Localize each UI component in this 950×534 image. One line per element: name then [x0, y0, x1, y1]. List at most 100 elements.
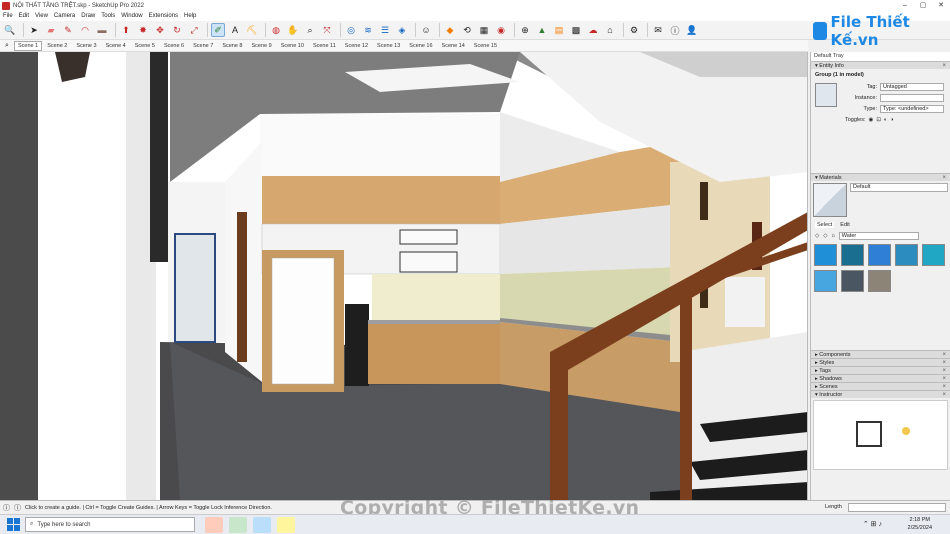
scale-icon[interactable]: ⤢: [187, 23, 201, 37]
visibility-eye-icon[interactable]: ◉: [869, 117, 874, 123]
select-arrow-icon[interactable]: ➤: [27, 23, 41, 37]
home-icon[interactable]: ⌂: [831, 233, 834, 239]
receive-shadow-icon[interactable]: ◑: [890, 117, 893, 123]
scene-tab-14[interactable]: Scene 14: [438, 41, 469, 51]
material-tab-select[interactable]: Select: [815, 221, 835, 228]
water-swatch[interactable]: [840, 244, 864, 266]
pan-icon[interactable]: ✋: [286, 23, 300, 37]
water-swatch[interactable]: [921, 244, 945, 266]
search-icon[interactable]: 🔍: [3, 23, 17, 37]
type-dropdown[interactable]: Type: <undefined>: [880, 104, 944, 113]
menu-view[interactable]: View: [35, 13, 48, 19]
scene-tab-11[interactable]: Scene 11: [309, 41, 340, 51]
orbit-icon[interactable]: ◍: [269, 23, 283, 37]
scene-tab-1[interactable]: Scene 1: [14, 40, 43, 51]
edge-taskbar-icon[interactable]: [253, 516, 271, 533]
scene-tab-15[interactable]: Scene 15: [470, 41, 501, 51]
layers-icon[interactable]: ☰: [378, 23, 392, 37]
water-swatch[interactable]: [894, 244, 918, 266]
instance-field[interactable]: [880, 93, 944, 102]
scene-search-icon[interactable]: ⌕: [0, 42, 14, 50]
settings-gear-icon[interactable]: ⚙: [627, 23, 641, 37]
entity-info-header[interactable]: ▾ Entity Info: [811, 61, 950, 70]
user-account-icon[interactable]: ☺: [419, 23, 433, 37]
taskbar-app-icon[interactable]: [205, 516, 223, 533]
scene-tab-4[interactable]: Scene 4: [102, 41, 130, 51]
scene-tab-6[interactable]: Scene 6: [160, 41, 188, 51]
scene-tab-3[interactable]: Scene 3: [72, 41, 100, 51]
mail-icon[interactable]: ✉: [651, 23, 665, 37]
material-tab-edit[interactable]: Edit: [840, 222, 849, 228]
arc-icon[interactable]: ◠: [78, 23, 92, 37]
menu-help[interactable]: Help: [184, 13, 196, 19]
material-library-dropdown[interactable]: Water: [838, 231, 919, 240]
zoom-icon[interactable]: ⌕: [303, 23, 317, 37]
paint-bucket-icon[interactable]: ⛏: [245, 23, 259, 37]
forward-arrow-icon[interactable]: ◇: [823, 233, 827, 239]
scene-tab-7[interactable]: Scene 7: [189, 41, 217, 51]
photo-texture-icon[interactable]: ▤: [552, 23, 566, 37]
layout-icon[interactable]: ▦: [477, 23, 491, 37]
windows-start-icon[interactable]: [5, 517, 21, 533]
scenes-panel[interactable]: ▸ Scenes: [811, 382, 950, 391]
scene-tab-8[interactable]: Scene 8: [218, 41, 246, 51]
scene-tab-2[interactable]: Scene 2: [43, 41, 71, 51]
model-viewport[interactable]: [0, 52, 808, 500]
info-icon[interactable]: ⓘ: [668, 23, 682, 37]
help-icon[interactable]: ⓘ: [3, 503, 10, 513]
water-swatch[interactable]: [840, 270, 864, 292]
scene-tab-9[interactable]: Scene 9: [248, 41, 276, 51]
tag-dropdown[interactable]: Untagged: [880, 82, 944, 91]
chrome-taskbar-icon[interactable]: [229, 516, 247, 533]
water-swatch[interactable]: [814, 244, 837, 266]
styles-panel[interactable]: ▸ Styles: [811, 358, 950, 367]
geo-location-icon[interactable]: ⓘ: [14, 503, 21, 513]
sandbox-icon[interactable]: ≋: [361, 23, 375, 37]
water-swatch[interactable]: [867, 270, 891, 292]
follow-me-icon[interactable]: ✸: [136, 23, 150, 37]
scene-tab-12[interactable]: Scene 12: [341, 41, 372, 51]
menu-edit[interactable]: Edit: [19, 13, 29, 19]
menu-draw[interactable]: Draw: [81, 13, 95, 19]
shadows-panel[interactable]: ▸ Shadows: [811, 374, 950, 383]
rectangle-icon[interactable]: ▬: [95, 23, 109, 37]
pencil-line-icon[interactable]: ✎: [61, 23, 75, 37]
cloud-upload-icon[interactable]: ☁: [586, 23, 600, 37]
terrain-icon[interactable]: ▲: [535, 23, 549, 37]
maximize-button[interactable]: ▢: [914, 0, 932, 11]
style-builder-icon[interactable]: ◉: [494, 23, 508, 37]
add-location-icon[interactable]: ⊕: [518, 23, 532, 37]
menu-camera[interactable]: Camera: [54, 13, 75, 19]
measurements-input[interactable]: [848, 503, 946, 512]
material-name-field[interactable]: Default: [850, 183, 948, 192]
tags-panel[interactable]: ▸ Tags: [811, 366, 950, 375]
scene-tab-16[interactable]: Scene 16: [405, 41, 436, 51]
move-icon[interactable]: ✥: [153, 23, 167, 37]
text-icon[interactable]: A: [228, 23, 242, 37]
solid-tools-icon[interactable]: ◈: [395, 23, 409, 37]
extension-warehouse-icon[interactable]: ◆: [443, 23, 457, 37]
eraser-icon[interactable]: ▰: [44, 23, 58, 37]
push-pull-icon[interactable]: ⬆: [119, 23, 133, 37]
instructor-panel[interactable]: ▾ Instructor: [811, 390, 950, 399]
scene-tab-10[interactable]: Scene 10: [277, 41, 308, 51]
close-button[interactable]: ✕: [932, 0, 950, 11]
scene-tab-5[interactable]: Scene 5: [131, 41, 159, 51]
system-tray-icons[interactable]: ⌃ ⊞ ♪: [863, 520, 882, 528]
taskbar-search-box[interactable]: ⌕ Type here to search: [25, 517, 195, 532]
water-swatch[interactable]: [867, 244, 891, 266]
menu-tools[interactable]: Tools: [101, 13, 115, 19]
scene-tab-13[interactable]: Scene 13: [373, 41, 404, 51]
materials-header[interactable]: ▾ Materials: [811, 173, 950, 182]
tape-measure-icon[interactable]: ✐: [211, 23, 225, 37]
minimize-button[interactable]: –: [896, 0, 914, 11]
taskbar-clock[interactable]: 2:18 PM 2/25/2024: [908, 516, 932, 532]
3d-warehouse-icon[interactable]: ⌂: [603, 23, 617, 37]
rotate-icon[interactable]: ↻: [170, 23, 184, 37]
lock-icon[interactable]: ⊡: [876, 117, 881, 123]
checker-icon[interactable]: ▩: [569, 23, 583, 37]
menu-extensions[interactable]: Extensions: [149, 13, 178, 19]
components-panel[interactable]: ▸ Components: [811, 350, 950, 359]
person-icon[interactable]: 👤: [685, 23, 699, 37]
sync-icon[interactable]: ⟲: [460, 23, 474, 37]
